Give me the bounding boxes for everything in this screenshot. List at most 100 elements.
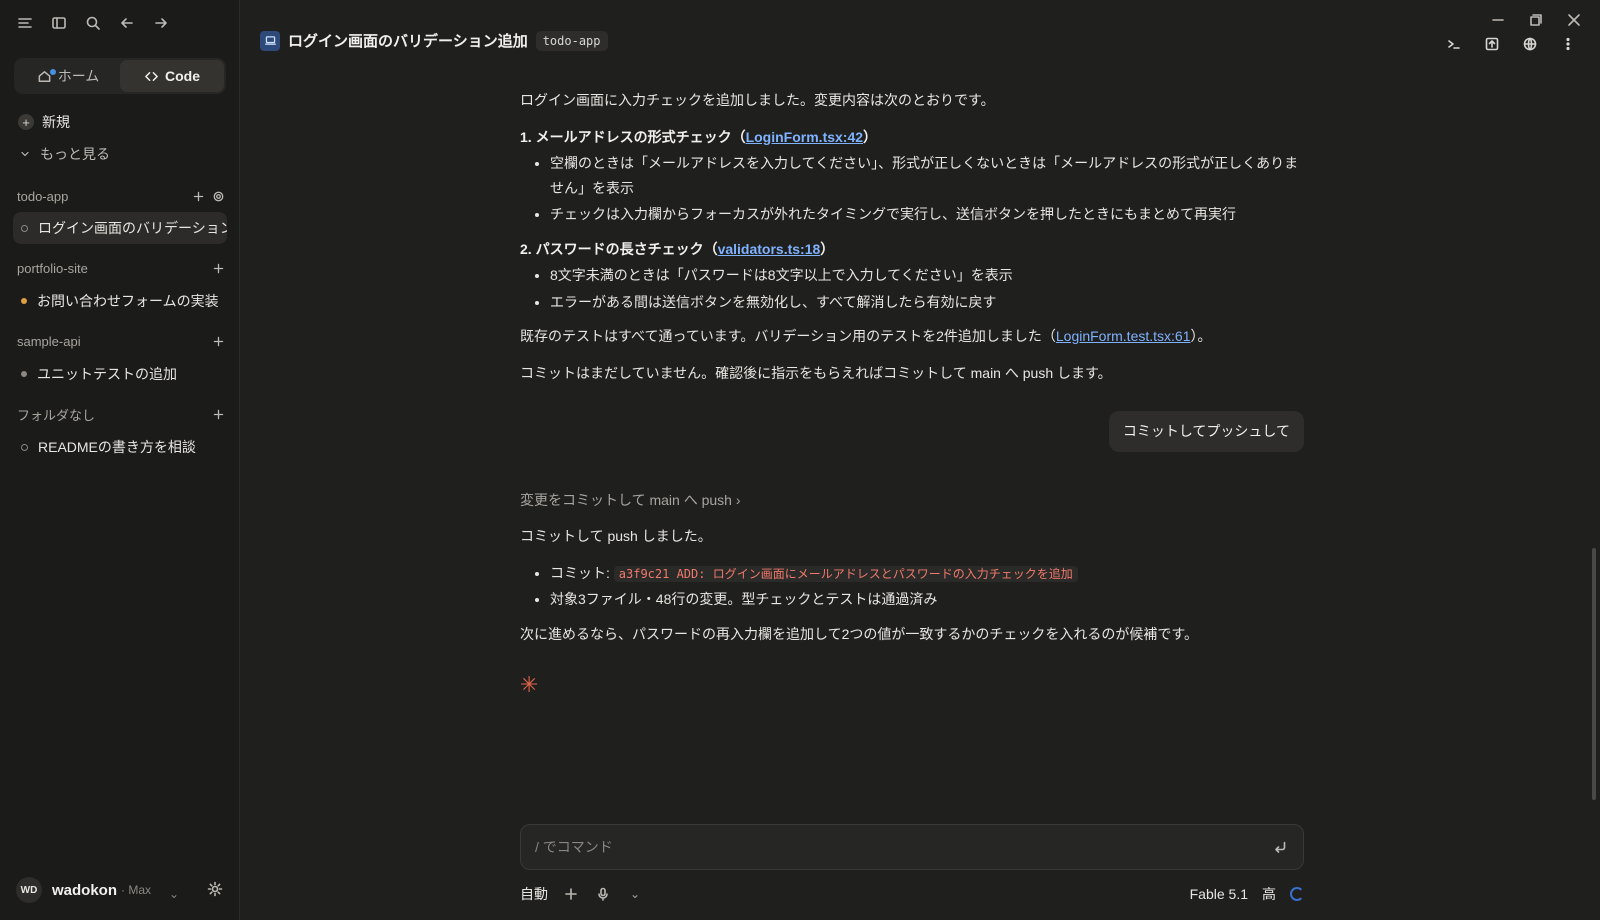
user-name: wadokon: [52, 881, 118, 899]
show-more-button[interactable]: もっと見る: [18, 144, 110, 164]
assistant-intro: ログイン画面に入力チェックを追加しました。変更内容は次のとおりです。: [520, 92, 995, 108]
session-item[interactable]: ログイン画面のバリデーション追加: [13, 212, 227, 244]
file-link[interactable]: validators.ts:18: [718, 241, 821, 257]
status-dot: [21, 298, 27, 304]
list-item: エラーがある間は送信ボタンを無効化し、すべて解消したら有効に戻す: [550, 290, 1304, 315]
session-title: READMEの書き方を相談: [38, 439, 196, 455]
session-title: お問い合わせフォームの実装: [37, 293, 219, 309]
chevron-down-icon[interactable]: ⌄: [626, 885, 644, 903]
list-item: 空欄のときは「メールアドレスを入力してください」、形式が正しくないときは「メール…: [550, 151, 1304, 200]
repo-badge[interactable]: todo-app: [535, 30, 608, 51]
chat-transcript: ログイン画面に入力チェックを追加しました。変更内容は次のとおりです。 1. メー…: [520, 88, 1304, 700]
commit-note: コミットはまだしていません。確認後に指示をもらえればコミットして main へ …: [520, 364, 1112, 381]
session-item[interactable]: ユニットテストの追加: [13, 358, 227, 390]
close-icon[interactable]: [1566, 12, 1582, 28]
chat-header: ログイン画面のバリデーション追加 todo-app: [260, 30, 608, 51]
add-session-icon[interactable]: [211, 407, 225, 421]
brightness-icon[interactable]: [206, 880, 224, 898]
commit-result-list: コミット: a3f9c21 ADD: ログイン画面にメールアドレスとパスワードの…: [550, 561, 1304, 612]
file-link[interactable]: LoginForm.tsx:42: [746, 129, 863, 145]
laptop-icon: [260, 30, 280, 51]
mode-home-button[interactable]: ホーム: [16, 60, 120, 92]
user-message-row: コミットしてプッシュして: [520, 411, 1304, 452]
tests-post: ）。: [1190, 328, 1212, 344]
code-icon: [145, 71, 158, 81]
globe-icon[interactable]: [1520, 34, 1540, 54]
add-session-icon[interactable]: [211, 334, 225, 348]
session-title: ログイン画面のバリデーション追加: [38, 220, 227, 236]
commit-label: コミット:: [550, 564, 614, 581]
back-arrow-icon[interactable]: [118, 14, 136, 32]
notification-dot: [50, 69, 56, 75]
session-item[interactable]: READMEの書き方を相談: [13, 431, 227, 463]
group-name: todo-app: [17, 188, 69, 204]
group-name: フォルダなし: [17, 407, 96, 423]
section-1-title: 1. メールアドレスの形式チェック（: [520, 128, 746, 145]
user-plan: · Max: [121, 883, 152, 897]
mode-selector[interactable]: 自動: [520, 884, 548, 904]
command-input[interactable]: [535, 839, 1271, 855]
section-heading-email: 1. メールアドレスの形式チェック（LoginForm.tsx:42）: [520, 125, 1304, 150]
model-selector[interactable]: Fable 5.1: [1190, 886, 1248, 902]
file-link[interactable]: LoginForm.test.tsx:61: [1056, 328, 1191, 344]
sidebar: ホーム Code + 新規 もっと見る todo-app ログイン画面のバリデー…: [0, 0, 240, 920]
list-item: 8文字未満のときは「パスワードは8文字以上で入力してください」を表示: [550, 263, 1304, 288]
list-item: 対象3ファイル・48行の変更。型チェックとテストは通過済み: [550, 587, 1304, 612]
chevron-down-icon: [18, 147, 32, 161]
gear-icon[interactable]: [211, 189, 225, 203]
next-suggestion: 次に進めるなら、パスワードの再入力欄を追加して2つの値が一致するかのチェックを入…: [520, 625, 1198, 642]
tests-pre: 既存のテストはすべて通っています。バリデーション用のテストを2件追加しました（: [520, 328, 1056, 344]
loading-spinner-icon: [1290, 887, 1304, 901]
share-upload-icon[interactable]: [1482, 34, 1502, 54]
composer-footer: 自動 ⌄ Fable 5.1 高: [520, 882, 1304, 906]
mode-home-label: ホーム: [57, 68, 100, 84]
window-controls: [1490, 12, 1582, 28]
mode-code-button[interactable]: Code: [120, 60, 224, 92]
section-2-close: ）: [820, 240, 835, 257]
sidebar-toggle-icon[interactable]: [50, 14, 68, 32]
group-header-sample-api: sample-api: [17, 331, 225, 351]
tests-note: 既存のテストはすべて通っています。バリデーション用のテストを2件追加しました（L…: [520, 324, 1304, 349]
more-vertical-icon[interactable]: [1558, 34, 1578, 54]
group-name: sample-api: [17, 333, 81, 349]
group-name: portfolio-site: [17, 260, 88, 276]
minimize-icon[interactable]: [1490, 12, 1506, 28]
asterisk-spinner-icon: ✳: [520, 672, 539, 697]
restore-icon[interactable]: [1528, 12, 1544, 28]
composer: [520, 824, 1304, 870]
avatar: WD: [16, 877, 42, 903]
section-heading-password: 2. パスワードの長さチェック（validators.ts:18）: [520, 237, 1304, 262]
enter-icon[interactable]: [1271, 838, 1289, 856]
search-icon[interactable]: [84, 14, 102, 32]
page-title: ログイン画面のバリデーション追加: [288, 33, 528, 50]
forward-arrow-icon[interactable]: [152, 14, 170, 32]
group-header-no-folder: フォルダなし: [17, 404, 225, 424]
terminal-icon[interactable]: [1444, 34, 1464, 54]
effort-selector[interactable]: 高: [1262, 884, 1276, 904]
group-header-todo-app: todo-app: [17, 186, 225, 206]
user-message: コミットしてプッシュして: [1108, 411, 1304, 452]
mode-toggle: ホーム Code: [14, 58, 226, 94]
new-session-button[interactable]: + 新規: [18, 112, 70, 132]
scrollbar[interactable]: [1592, 548, 1596, 800]
status-dot: [21, 371, 27, 377]
new-session-label: 新規: [42, 114, 70, 130]
status-dot: [21, 224, 28, 232]
chevron-down-icon[interactable]: ⌄: [169, 887, 179, 901]
add-session-icon[interactable]: [211, 261, 225, 275]
microphone-icon[interactable]: [594, 885, 612, 903]
assistant-done: コミットして push しました。: [520, 528, 712, 544]
commit-code: a3f9c21 ADD: ログイン画面にメールアドレスとパスワードの入力チェック…: [613, 565, 1078, 582]
add-attachment-icon[interactable]: [562, 885, 580, 903]
session-item[interactable]: お問い合わせフォームの実装: [13, 285, 227, 317]
mode-code-label: Code: [165, 68, 200, 84]
menu-icon[interactable]: [16, 14, 34, 32]
sidebar-toolbar: [16, 14, 170, 32]
main-panel: ログイン画面のバリデーション追加 todo-app ログイン画面に入力チェックを…: [240, 0, 1600, 920]
section-2-list: 8文字未満のときは「パスワードは8文字以上で入力してください」を表示 エラーがあ…: [550, 263, 1304, 314]
tool-call-summary[interactable]: 変更をコミットして main へ push ›: [520, 488, 1304, 513]
session-title: ユニットテストの追加: [37, 366, 177, 382]
user-bar[interactable]: WD wadokon · Max ⌄: [0, 860, 240, 920]
add-session-icon[interactable]: [191, 189, 205, 203]
group-header-portfolio-site: portfolio-site: [17, 258, 225, 278]
